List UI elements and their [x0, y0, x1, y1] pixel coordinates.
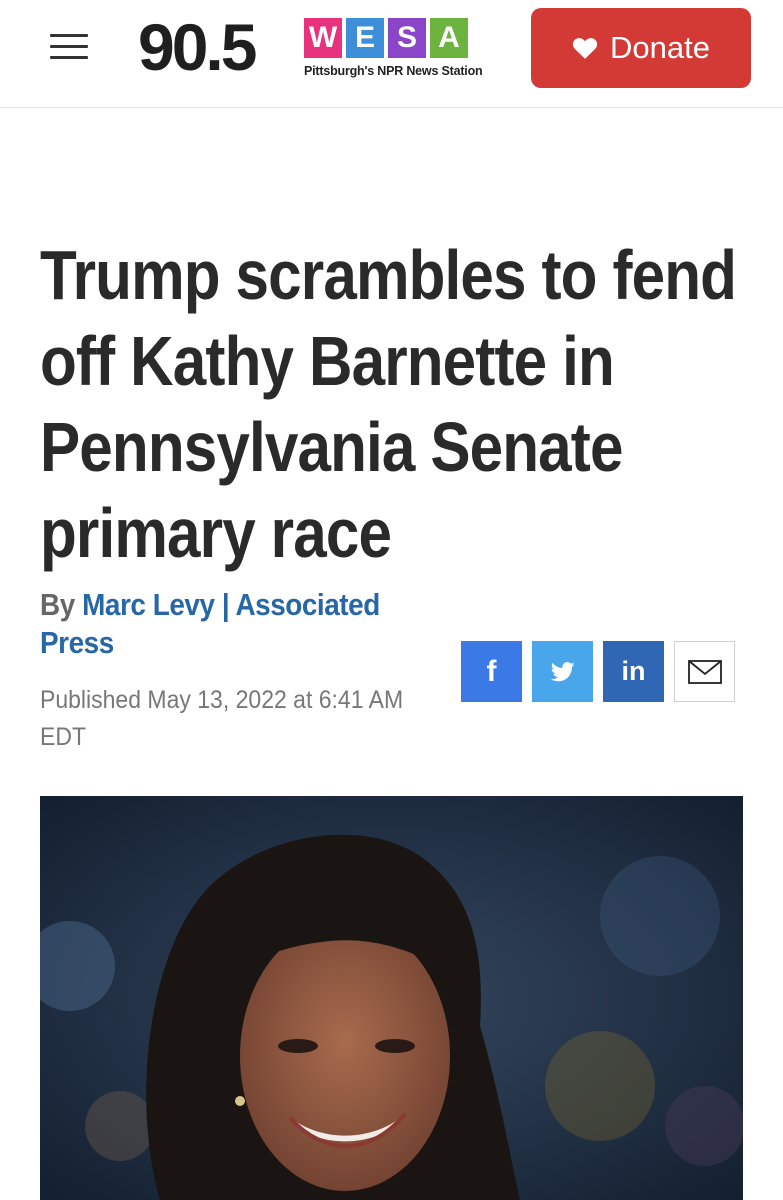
donate-label: Donate — [610, 30, 710, 65]
facebook-icon: f — [486, 654, 497, 688]
logo-letter-w: W — [304, 18, 342, 58]
station-logo[interactable]: 90.5 W E S A Pittsburgh's NPR News Stati… — [138, 12, 508, 82]
published-date: Published May 13, 2022 at 6:41 AM EDT — [40, 686, 404, 751]
article-headline: Trump scrambles to fend off Kathy Barnet… — [40, 236, 737, 572]
author-link[interactable]: Marc Levy | Associated Press — [40, 587, 380, 660]
logo-tagline: Pittsburgh's NPR News Station — [304, 64, 483, 78]
logo-call-letters: W E S A — [304, 18, 468, 58]
facebook-share-button[interactable]: f — [461, 641, 522, 702]
linkedin-share-button[interactable]: in — [603, 641, 664, 702]
email-icon — [687, 659, 722, 684]
donate-button[interactable]: Donate — [531, 8, 751, 88]
logo-letter-a: A — [430, 18, 468, 58]
site-header: 90.5 W E S A Pittsburgh's NPR News Stati… — [0, 0, 783, 108]
email-share-button[interactable] — [674, 641, 735, 702]
twitter-icon — [550, 661, 575, 681]
hamburger-menu-icon[interactable] — [50, 31, 88, 63]
logo-letter-s: S — [388, 18, 426, 58]
share-bar: f in — [461, 641, 735, 702]
twitter-share-button[interactable] — [532, 641, 593, 702]
heart-icon — [572, 38, 598, 59]
byline: By Marc Levy | Associated Press — [40, 586, 400, 662]
logo-letter-e: E — [346, 18, 384, 58]
article-photo — [40, 796, 743, 1200]
linkedin-icon: in — [621, 656, 646, 686]
byline-prefix: By — [40, 587, 75, 622]
logo-frequency: 90.5 — [138, 10, 257, 84]
